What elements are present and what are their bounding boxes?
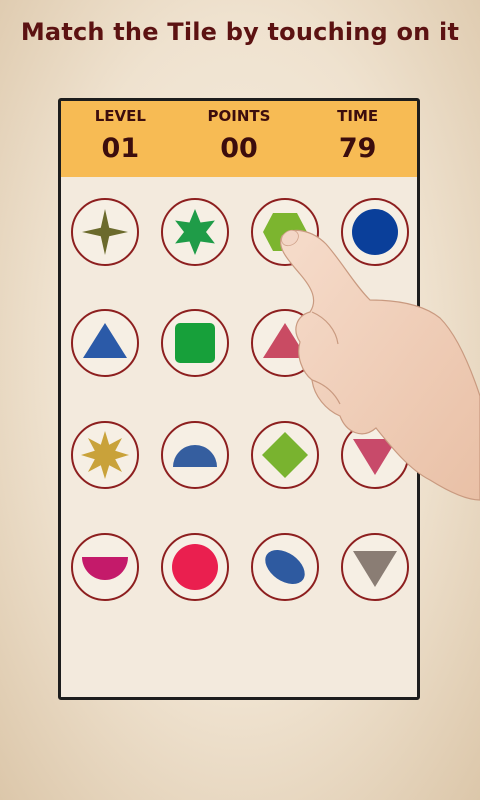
rounded-square-icon	[175, 323, 215, 363]
points-value: 00	[220, 133, 258, 164]
instruction-title: Match the Tile by touching on it	[20, 18, 460, 46]
tile-rounded-square[interactable]	[161, 309, 229, 377]
tile-star-6-point[interactable]	[161, 198, 229, 266]
star-8-point-icon	[81, 431, 129, 479]
level-label: LEVEL	[94, 107, 146, 125]
tile-ellipse-tilted[interactable]	[251, 533, 319, 601]
tile-diamond[interactable]	[251, 421, 319, 489]
tile-star-4-point[interactable]	[71, 198, 139, 266]
tile-triangle-down[interactable]	[341, 421, 409, 489]
points-label: POINTS	[207, 107, 271, 125]
points-stat: POINTS 00	[180, 101, 299, 177]
star-4-point-icon	[82, 209, 128, 255]
tile-hexagon[interactable]	[251, 198, 319, 266]
tile-circle[interactable]	[341, 198, 409, 266]
tile-triangle-up[interactable]	[71, 309, 139, 377]
ellipse-tilted-icon	[265, 549, 305, 585]
level-value: 01	[101, 133, 140, 164]
triangle-up-icon	[263, 323, 307, 358]
semicircle-bottom-icon	[82, 557, 128, 580]
tile-circle[interactable]	[161, 533, 229, 601]
hexagon-icon	[263, 213, 307, 251]
circle-icon	[352, 209, 398, 255]
time-stat: TIME 79	[298, 101, 417, 177]
triangle-down-icon	[353, 439, 397, 475]
level-stat: LEVEL 01	[61, 101, 180, 177]
game-board: LEVEL 01 POINTS 00 TIME 79	[58, 98, 420, 700]
tile-semicircle-top[interactable]	[161, 421, 229, 489]
tile-circle[interactable]	[341, 309, 409, 377]
triangle-up-icon	[83, 323, 127, 358]
circle-icon	[352, 320, 398, 366]
scoreboard: LEVEL 01 POINTS 00 TIME 79	[61, 101, 417, 177]
tile-semicircle-bottom[interactable]	[71, 533, 139, 601]
circle-icon	[172, 544, 218, 590]
diamond-icon	[262, 432, 308, 478]
triangle-down-icon	[353, 551, 397, 587]
semicircle-top-icon	[173, 445, 217, 467]
tile-triangle-up[interactable]	[251, 309, 319, 377]
tile-star-8-point[interactable]	[71, 421, 139, 489]
tile-triangle-down[interactable]	[341, 533, 409, 601]
time-value: 79	[338, 133, 377, 164]
star-6-point-icon	[175, 209, 215, 255]
time-label: TIME	[337, 107, 379, 125]
